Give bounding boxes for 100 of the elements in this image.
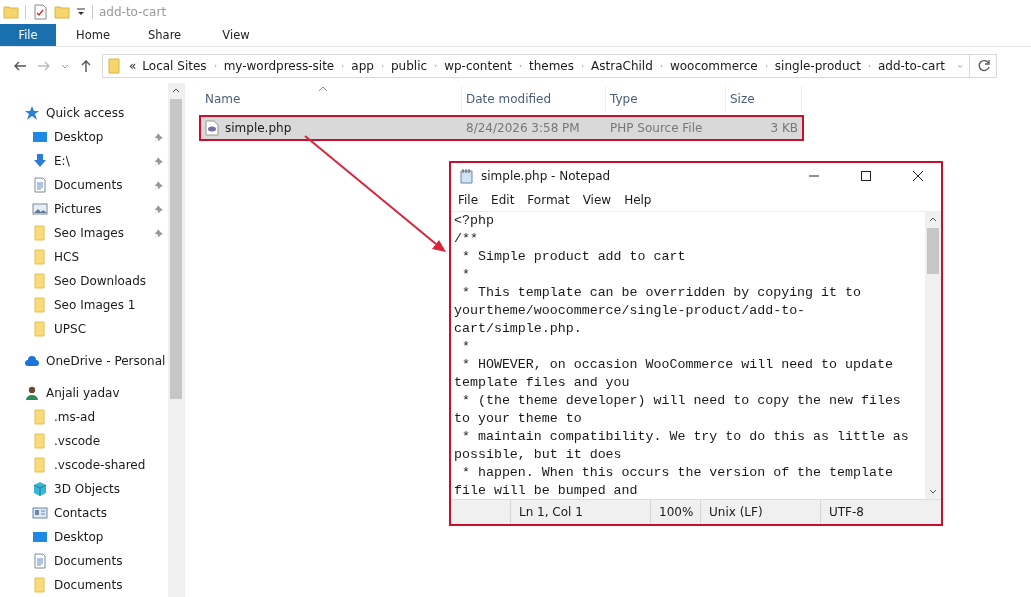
nav-item[interactable]: Desktop — [0, 525, 168, 549]
desktop-icon — [32, 129, 48, 145]
ribbon-tab[interactable]: Home — [56, 24, 128, 46]
chevron-right-icon[interactable] — [212, 62, 218, 70]
nav-label: Pictures — [54, 202, 103, 216]
file-row[interactable]: simple.php 8/24/2026 3:58 PM PHP Source File 3 KB — [201, 117, 802, 139]
menu-item[interactable]: View — [582, 193, 612, 207]
refresh-icon[interactable] — [976, 58, 992, 74]
window-title: simple.php - Notepad — [481, 169, 611, 183]
zoom-level: 100% — [651, 500, 701, 524]
maximize-icon[interactable] — [860, 170, 872, 182]
nav-item[interactable]: E:\ — [0, 149, 168, 173]
pictures-icon — [32, 201, 48, 217]
breadcrumb[interactable]: my-wordpress-site — [223, 59, 335, 73]
address-bar[interactable]: « Local Sites my-wordpress-site app public wp-content themes AstraChild woocommerce single-product add-to-cart — [102, 54, 997, 78]
nav-item[interactable]: Documents — [0, 173, 168, 197]
nav-item[interactable]: UPSC — [0, 317, 168, 341]
code-line: * maintain compatibility. We try to do this as little as — [460, 428, 910, 446]
nav-item[interactable]: OneDrive - Personal — [0, 349, 168, 373]
column-header[interactable]: Type — [606, 86, 726, 112]
chevron-right-icon[interactable] — [340, 62, 346, 70]
menu-item[interactable]: Format — [527, 193, 570, 207]
nav-item[interactable]: Pictures — [0, 197, 168, 221]
date-modified: 8/24/2026 3:58 PM — [465, 121, 581, 135]
code-line: to your theme to — [454, 410, 583, 428]
scrollbar[interactable] — [168, 83, 184, 597]
nav-item[interactable]: HCS — [0, 245, 168, 269]
folder-icon — [107, 58, 123, 74]
column-header[interactable]: Size — [726, 86, 802, 112]
nav-item[interactable]: Documents — [0, 549, 168, 573]
code-line: <?php — [454, 212, 495, 230]
scrollbar[interactable] — [925, 212, 941, 499]
breadcrumb[interactable]: public — [391, 59, 428, 73]
menu-item[interactable]: Edit — [491, 193, 515, 207]
code-line: * (the theme developer) will need to copy the new files — [460, 392, 902, 410]
overflow-chevron[interactable]: « — [129, 59, 137, 73]
chevron-right-icon[interactable] — [379, 62, 385, 70]
breadcrumb[interactable]: themes — [528, 59, 574, 73]
properties-icon[interactable] — [32, 4, 48, 20]
breadcrumb[interactable]: AstraChild — [591, 59, 653, 73]
folder-icon — [32, 225, 48, 241]
nav-item[interactable]: Desktop — [0, 125, 168, 149]
scroll-thumb[interactable] — [170, 99, 182, 399]
breadcrumb[interactable]: Local Sites — [142, 59, 207, 73]
nav-item[interactable]: Seo Images — [0, 221, 168, 245]
nav-item[interactable]: .vscode — [0, 429, 168, 453]
scroll-thumb[interactable] — [927, 228, 939, 274]
menu-item[interactable]: Help — [624, 193, 652, 207]
nav-label: Quick access — [46, 106, 126, 120]
code-line: * Simple product add to cart — [460, 248, 687, 266]
php-file-icon — [205, 120, 219, 136]
code-line: /** — [454, 230, 479, 248]
chevron-right-icon[interactable] — [658, 62, 664, 70]
code-line: * HOWEVER, on occasion WooCommerce will need to update — [460, 356, 894, 374]
nav-item[interactable]: Seo Images 1 — [0, 293, 168, 317]
chevron-right-icon[interactable] — [517, 62, 523, 70]
nav-label: .vscode — [54, 434, 102, 448]
nav-item[interactable]: Quick access — [0, 101, 168, 125]
breadcrumb[interactable]: woocommerce — [669, 59, 758, 73]
column-header[interactable]: Date modified — [462, 86, 606, 112]
chevron-right-icon[interactable] — [866, 62, 872, 70]
folder-icon[interactable] — [54, 4, 70, 20]
nav-item[interactable]: 3D Objects — [0, 477, 168, 501]
chevron-right-icon[interactable] — [580, 62, 586, 70]
breadcrumb[interactable]: add-to-cart — [877, 59, 946, 73]
window-title: add-to-cart — [99, 5, 167, 19]
nav-item[interactable]: Seo Downloads — [0, 269, 168, 293]
nav-item[interactable]: Documents — [0, 573, 168, 597]
nav-item[interactable]: .vscode-shared — [0, 453, 168, 477]
chevron-right-icon[interactable] — [433, 62, 439, 70]
folder-icon — [32, 457, 48, 473]
notepad-icon — [459, 168, 475, 184]
column-header[interactable]: Name — [201, 86, 462, 112]
menu-item[interactable]: File — [458, 193, 479, 207]
document-icon — [32, 553, 48, 569]
nav-item[interactable]: Anjali yadav — [0, 381, 168, 405]
chevron-right-icon[interactable] — [763, 62, 769, 70]
code-line: * — [460, 338, 471, 356]
star-icon — [24, 105, 40, 121]
download-icon — [32, 153, 48, 169]
dropdown-icon[interactable] — [76, 7, 86, 17]
cursor-position: Ln 1, Col 1 — [511, 500, 651, 524]
nav-item[interactable]: .ms-ad — [0, 405, 168, 429]
code-line: template files and you — [454, 374, 631, 392]
code-line: * happen. When this occurs the version of the template — [460, 464, 894, 482]
nav-item[interactable]: Contacts — [0, 501, 168, 525]
breadcrumb[interactable]: app — [351, 59, 374, 73]
close-icon[interactable] — [912, 170, 924, 182]
nav-label: Documents — [54, 178, 124, 192]
folder-icon[interactable] — [3, 4, 19, 20]
breadcrumb[interactable]: wp-content — [444, 59, 512, 73]
ribbon-tab[interactable]: View — [200, 24, 272, 46]
ribbon-tab[interactable]: File — [0, 24, 56, 46]
breadcrumb[interactable]: single-product — [774, 59, 861, 73]
nav-label: Contacts — [54, 506, 108, 520]
nav-label: E:\ — [54, 154, 71, 168]
folder-icon — [32, 297, 48, 313]
contacts-icon — [32, 505, 48, 521]
nav-label: HCS — [54, 250, 81, 264]
ribbon-tab[interactable]: Share — [128, 24, 200, 46]
